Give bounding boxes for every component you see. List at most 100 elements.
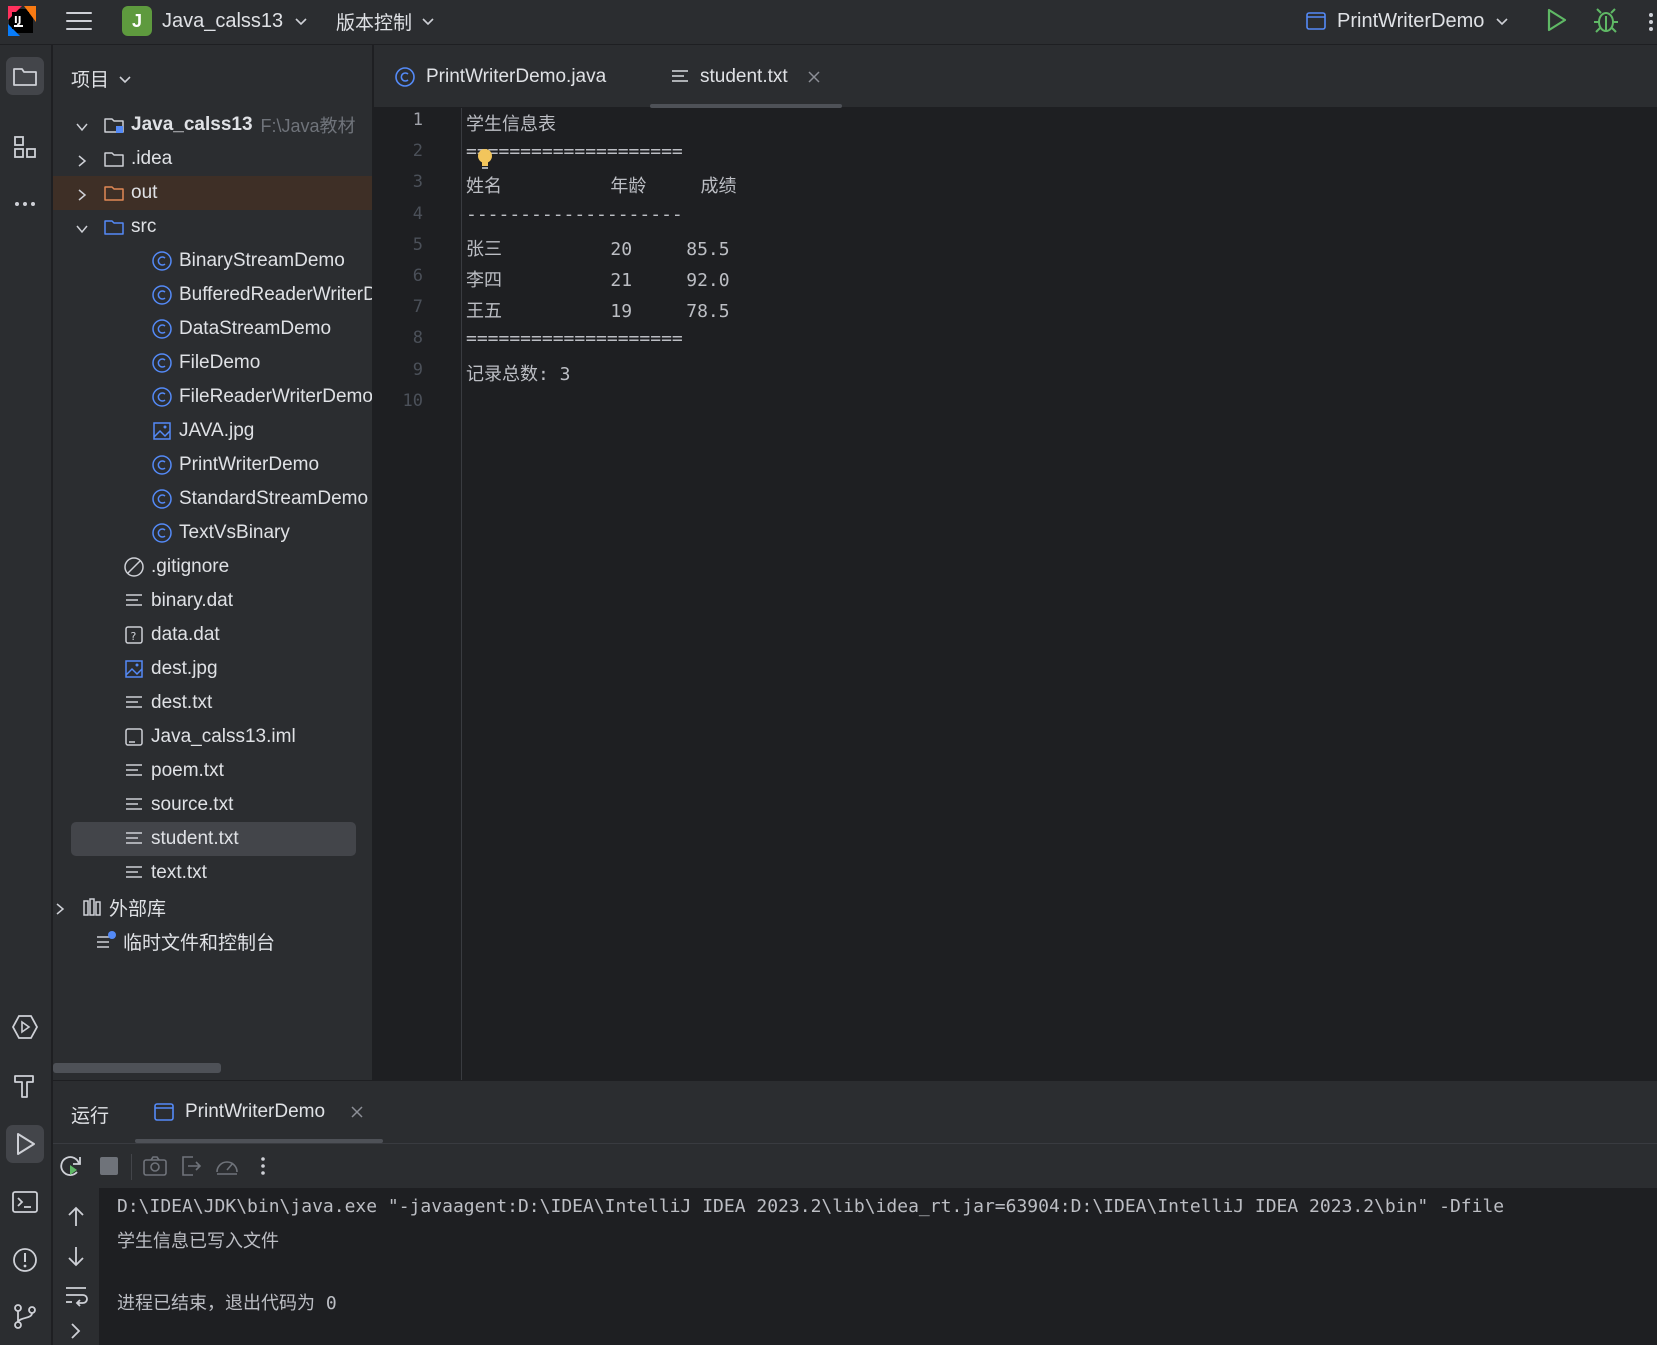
- tree-item[interactable]: text.txt: [53, 856, 372, 890]
- services-icon: [11, 1015, 39, 1039]
- text-file-icon: [123, 692, 145, 714]
- rerun-icon[interactable]: [57, 1152, 85, 1180]
- code-line: 姓名 年龄 成绩: [466, 176, 737, 198]
- run-panel: 运行 PrintWriterDemo D:\IDEA\JDK\bin\java.…: [53, 1080, 1657, 1345]
- tree-item[interactable]: .gitignore: [53, 550, 372, 584]
- chevron-right-icon[interactable]: [53, 900, 67, 915]
- more-tools-button[interactable]: [6, 185, 44, 223]
- project-panel: 项目 Java_calss13 F:\Java教材 .idea out src Binar…: [53, 45, 373, 1080]
- tree-item[interactable]: student.txt: [71, 822, 356, 856]
- run-configuration-selector[interactable]: PrintWriterDemo: [1305, 2, 1510, 40]
- problems-tool-button[interactable]: [6, 1241, 44, 1279]
- console-output[interactable]: D:\IDEA\JDK\bin\java.exe "-javaagent:D:\…: [99, 1188, 1657, 1345]
- tree-item-label: .gitignore: [151, 556, 230, 577]
- tree-item-label: FileReaderWriterDemo: [179, 386, 373, 407]
- module-file-icon: [123, 726, 145, 748]
- class-icon: [151, 454, 173, 476]
- title-bar: IJ J Java_calss13 版本控制 PrintWriterDemo: [0, 0, 1657, 45]
- tree-item[interactable]: .idea: [53, 142, 372, 176]
- tree-item[interactable]: BinaryStreamDemo: [53, 244, 372, 278]
- structure-tool-button[interactable]: [6, 128, 44, 166]
- tree-item-label: binary.dat: [151, 590, 234, 611]
- tree-item[interactable]: FileDemo: [53, 346, 372, 380]
- chevron-right-icon[interactable]: [75, 152, 89, 167]
- run-tool-button[interactable]: [6, 1125, 44, 1163]
- tree-item-label: JAVA.jpg: [179, 420, 255, 441]
- tree-item[interactable]: BufferedReaderWriterDemo: [53, 278, 372, 312]
- services-tool-button[interactable]: [6, 1008, 44, 1046]
- tree-item[interactable]: src: [53, 210, 372, 244]
- console-side-toolbar: [53, 1188, 99, 1345]
- tree-item[interactable]: 临时文件和控制台: [53, 924, 372, 958]
- more-vertical-icon[interactable]: [1645, 6, 1657, 38]
- tree-item[interactable]: JAVA.jpg: [53, 414, 372, 448]
- chevron-right-icon[interactable]: [63, 1318, 89, 1344]
- tree-item[interactable]: out: [53, 176, 372, 210]
- vcs-menu[interactable]: 版本控制: [336, 2, 436, 40]
- tab-label: PrintWriterDemo.java: [426, 65, 607, 87]
- camera-icon[interactable]: [141, 1152, 169, 1180]
- class-icon: [151, 318, 173, 340]
- project-switcher[interactable]: J Java_calss13: [122, 2, 309, 40]
- text-editor[interactable]: 1 2 3 4 5 6 7 8 9 10 学生信息表 ==================== 姓名 …: [374, 108, 1657, 1080]
- editor-tab-bar: PrintWriterDemo.java student.txt: [374, 45, 1657, 108]
- line-number: 7: [412, 297, 423, 318]
- tree-item-label: StandardStreamDemo: [179, 488, 369, 509]
- ignore-file-icon: [123, 556, 145, 578]
- tree-item[interactable]: ? data.dat: [53, 618, 372, 652]
- library-icon: [81, 896, 103, 918]
- tree-item[interactable]: TextVsBinary: [53, 516, 372, 550]
- console-line: 学生信息已写入文件: [117, 1231, 279, 1252]
- run-tab-printwriterdemo[interactable]: PrintWriterDemo: [135, 1081, 384, 1143]
- chevron-right-icon[interactable]: [75, 186, 89, 201]
- soft-wrap-icon[interactable]: [63, 1282, 89, 1308]
- main-menu-button[interactable]: [64, 6, 94, 36]
- tab-printwriterdemo-java[interactable]: PrintWriterDemo.java: [394, 45, 606, 108]
- tree-item-label: BufferedReaderWriterDemo: [179, 284, 372, 305]
- code-line: 学生信息表: [466, 114, 556, 135]
- tree-root-project[interactable]: Java_calss13 F:\Java教材: [53, 108, 372, 142]
- intellij-logo-icon[interactable]: IJ: [8, 6, 36, 36]
- line-number: 6: [412, 266, 423, 286]
- chevron-down-icon[interactable]: [75, 118, 89, 132]
- profiler-icon[interactable]: [213, 1152, 241, 1180]
- folder-icon: [13, 68, 37, 86]
- tree-item[interactable]: dest.txt: [53, 686, 372, 720]
- more-vertical-icon[interactable]: [249, 1152, 277, 1180]
- tree-item[interactable]: poem.txt: [53, 754, 372, 788]
- tab-student-txt[interactable]: student.txt: [650, 45, 842, 108]
- tree-item[interactable]: FileReaderWriterDemo: [53, 380, 373, 414]
- code-line: ====================: [466, 141, 683, 163]
- line-number: 1: [412, 110, 423, 130]
- debug-bug-icon[interactable]: [1590, 4, 1622, 36]
- chevron-down-icon[interactable]: [75, 220, 89, 234]
- tree-item[interactable]: source.txt: [53, 788, 372, 822]
- console-line: 进程已结束，退出代码为 0: [117, 1293, 337, 1314]
- tree-item[interactable]: dest.jpg: [53, 652, 372, 686]
- stop-icon[interactable]: [95, 1152, 123, 1180]
- arrow-down-icon[interactable]: [63, 1243, 89, 1269]
- tree-item[interactable]: 外部库: [53, 890, 372, 924]
- tree-item[interactable]: PrintWriterDemo: [53, 448, 372, 482]
- image-icon: [151, 420, 173, 442]
- project-tool-button[interactable]: [6, 57, 44, 95]
- close-icon[interactable]: [349, 1104, 365, 1120]
- tree-item[interactable]: Java_calss13.iml: [53, 720, 372, 754]
- arrow-up-icon[interactable]: [63, 1204, 89, 1230]
- close-icon[interactable]: [806, 69, 822, 85]
- tree-item-label: src: [131, 216, 157, 237]
- horizontal-scrollbar[interactable]: [53, 1063, 221, 1073]
- run-tab-label: PrintWriterDemo: [185, 1101, 326, 1122]
- terminal-tool-button[interactable]: [6, 1183, 44, 1221]
- svg-text:IJ: IJ: [14, 15, 21, 26]
- tree-item-label: student.txt: [151, 828, 239, 849]
- lightbulb-icon[interactable]: [476, 148, 494, 172]
- project-view-selector[interactable]: 项目: [71, 65, 133, 92]
- build-tool-button[interactable]: [6, 1067, 44, 1105]
- exit-icon[interactable]: [177, 1152, 205, 1180]
- run-icon[interactable]: [1540, 4, 1572, 36]
- tree-item[interactable]: StandardStreamDemo: [53, 482, 372, 516]
- tree-item[interactable]: DataStreamDemo: [53, 312, 372, 346]
- git-tool-button[interactable]: [6, 1297, 44, 1335]
- tree-item[interactable]: binary.dat: [53, 584, 372, 618]
